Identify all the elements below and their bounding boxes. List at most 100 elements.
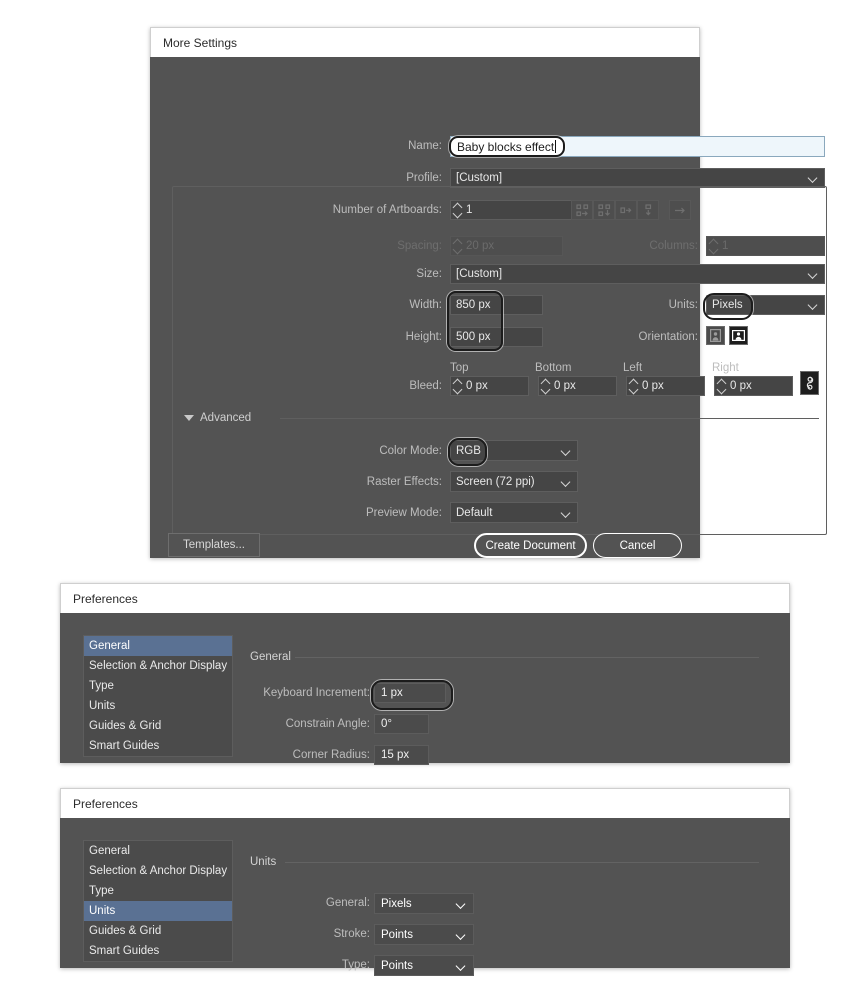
preview-mode-label: Preview Mode: (365, 507, 442, 519)
units-type-select[interactable]: Points (374, 955, 474, 976)
sidebar-item-general[interactable]: General (84, 841, 232, 861)
templates-button-label: Templates... (183, 539, 245, 551)
spacing-label: Spacing: (397, 240, 442, 252)
bleed-right-input[interactable]: 0 px (714, 376, 793, 396)
color-mode-select[interactable]: RGB (450, 440, 578, 461)
arrange-top-to-bottom-icon[interactable] (637, 200, 659, 220)
constrain-angle-label: Constrain Angle: (285, 718, 370, 730)
corner-radius-label: Corner Radius: (292, 749, 370, 761)
arrange-left-to-right-icon[interactable] (615, 200, 637, 220)
artboards-input[interactable]: 1 (450, 200, 575, 220)
sidebar-item-type[interactable]: Type (84, 881, 232, 901)
bleed-label: Bleed: (409, 380, 442, 392)
units-stroke-label: Stroke: (333, 928, 370, 940)
orientation-landscape-icon[interactable] (729, 326, 748, 345)
name-label: Name: (408, 140, 442, 152)
stepper-arrows-icon[interactable] (627, 376, 640, 396)
bleed-header-bottom: Bottom (535, 362, 572, 374)
change-order-icon[interactable] (669, 200, 691, 220)
bleed-left-input[interactable]: 0 px (626, 376, 705, 396)
corner-radius-input[interactable]: 15 px (374, 745, 429, 765)
bleed-top-value: 0 px (466, 380, 488, 392)
link-chain-icon[interactable] (800, 371, 819, 395)
width-value: 850 px (456, 299, 491, 311)
bleed-bottom-input[interactable]: 0 px (538, 376, 617, 396)
chevron-down-icon (457, 899, 466, 908)
templates-button[interactable]: Templates... (168, 533, 260, 557)
chevron-down-icon (809, 270, 818, 279)
text-caret (555, 140, 557, 153)
profile-value: [Custom] (456, 172, 503, 184)
units-value: Pixels (712, 299, 743, 311)
constrain-angle-input[interactable]: 0° (374, 714, 429, 734)
units-stroke-value: Points (381, 928, 413, 941)
sidebar-item-units[interactable]: Units (84, 901, 232, 921)
orientation-buttons (706, 326, 748, 345)
units-general-select[interactable]: Pixels (374, 893, 474, 914)
pane-title-divider (285, 862, 759, 863)
corner-radius-value: 15 px (381, 749, 410, 761)
pane-title-divider (295, 657, 759, 658)
units-general-value: Pixels (381, 897, 412, 910)
height-value: 500 px (456, 331, 491, 343)
sidebar-item-selection-anchor-display[interactable]: Selection & Anchor Display (84, 656, 232, 676)
keyboard-increment-label: Keyboard Increment: (263, 687, 370, 699)
height-label: Height: (405, 331, 442, 343)
preferences-general-dialog: Preferences General Selection & Anchor D… (60, 583, 790, 765)
name-input-value-highlight[interactable]: Baby blocks effect (449, 136, 565, 157)
keyboard-increment-input[interactable]: 1 px (374, 683, 446, 703)
dialog-body: Name: Baby blocks effect Profile: [Custo… (150, 57, 827, 558)
orientation-portrait-icon[interactable] (706, 326, 725, 345)
raster-effects-label: Raster Effects: (366, 476, 442, 488)
units-stroke-select[interactable]: Points (374, 924, 474, 945)
artboard-arrangement-buttons (571, 200, 691, 220)
width-label: Width: (409, 299, 442, 311)
advanced-divider (280, 418, 819, 419)
grid-by-column-icon[interactable] (593, 200, 615, 220)
advanced-disclosure[interactable]: Advanced (184, 412, 251, 424)
stepper-arrows-icon[interactable] (451, 200, 464, 220)
artboards-label: Number of Artboards: (332, 204, 442, 216)
dialog-title: More Settings (163, 35, 238, 50)
bleed-bottom-value: 0 px (554, 380, 576, 392)
preview-mode-value: Default (456, 506, 493, 519)
bleed-top-input[interactable]: 0 px (450, 376, 529, 396)
create-document-button-label: Create Document (485, 539, 576, 552)
size-label: Size: (416, 268, 442, 280)
profile-select[interactable]: [Custom] (450, 168, 825, 188)
size-select[interactable]: [Custom] (450, 264, 825, 284)
grid-by-row-icon[interactable] (571, 200, 593, 220)
stepper-arrows-icon[interactable] (715, 376, 728, 396)
units-label: Units: (668, 299, 698, 311)
sidebar-item-selection-anchor-display[interactable]: Selection & Anchor Display (84, 861, 232, 881)
units-select[interactable]: Pixels (706, 295, 825, 315)
bleed-right-value: 0 px (730, 380, 752, 392)
preview-mode-select[interactable]: Default (450, 502, 578, 523)
dialog-titlebar: Preferences (60, 583, 790, 613)
dialog-titlebar: Preferences (60, 788, 790, 818)
create-document-button[interactable]: Create Document (474, 533, 587, 558)
sidebar-item-general[interactable]: General (84, 636, 232, 656)
columns-input: 1 (706, 236, 825, 256)
units-general-label: General: (325, 897, 370, 909)
chevron-down-icon (809, 174, 818, 183)
height-input[interactable]: 500 px (450, 327, 543, 347)
chevron-down-icon (562, 446, 571, 455)
chevron-down-icon (562, 508, 571, 517)
dialog-titlebar: More Settings (150, 27, 700, 57)
raster-effects-select[interactable]: Screen (72 ppi) (450, 471, 578, 492)
sidebar-item-units[interactable]: Units (84, 696, 232, 716)
chevron-down-icon (457, 961, 466, 970)
triangle-down-icon (184, 415, 194, 421)
stepper-arrows-icon[interactable] (539, 376, 552, 396)
stepper-arrows-icon[interactable] (451, 376, 464, 396)
constrain-angle-value: 0° (381, 718, 392, 730)
width-input[interactable]: 850 px (450, 295, 543, 315)
more-settings-dialog: More Settings Name: Baby blocks effect P… (150, 27, 827, 558)
bleed-header-right: Right (712, 362, 739, 374)
sidebar-item-guides-grid[interactable]: Guides & Grid (84, 921, 232, 941)
columns-value: 1 (722, 240, 729, 252)
chevron-down-icon (562, 477, 571, 486)
cancel-button[interactable]: Cancel (593, 533, 682, 558)
sidebar-item-smart-guides[interactable]: Smart Guides (84, 941, 232, 961)
